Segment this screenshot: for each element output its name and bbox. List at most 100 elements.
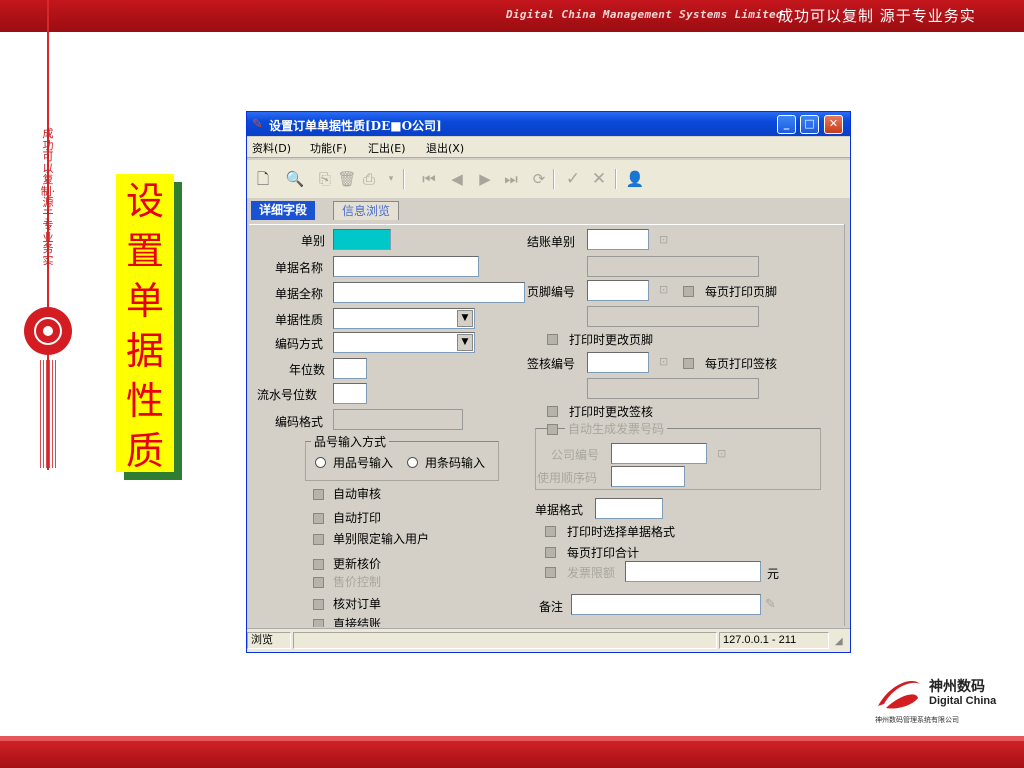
toolbar-separator: [403, 169, 405, 189]
label-year-digits: 年位数: [289, 363, 326, 377]
edit-note-icon[interactable]: ✎: [765, 597, 776, 612]
settle-type-field[interactable]: [587, 229, 649, 250]
tab-detail-fields[interactable]: 详细字段: [251, 201, 316, 220]
picker-icon[interactable]: ⊡: [717, 447, 726, 460]
company-no-field[interactable]: [611, 443, 707, 464]
checkbox-print-change-footer[interactable]: [547, 334, 558, 345]
label-footer-no: 页脚编号: [527, 285, 576, 299]
cancel-icon[interactable]: ✕: [589, 169, 609, 189]
checkbox-check-order[interactable]: [313, 599, 324, 610]
label-serial-digits: 流水号位数: [257, 388, 318, 402]
title-char: 性: [125, 379, 164, 423]
label-radio-item-no: 用品号输入: [333, 456, 394, 470]
checkbox-sign-each-page[interactable]: [683, 358, 694, 369]
picker-icon[interactable]: ⊡: [659, 355, 668, 368]
query-icon[interactable]: 🔍: [285, 169, 305, 189]
picker-icon[interactable]: ⊡: [659, 283, 668, 296]
radio-barcode[interactable]: [407, 457, 418, 468]
footer-no-field[interactable]: [587, 280, 649, 301]
remark-field[interactable]: [571, 594, 761, 615]
decorative-stripe: [43, 360, 44, 468]
logo-company: 神州数码管理系统有限公司: [875, 716, 959, 724]
decorative-stripe: [52, 360, 53, 468]
checkbox-price-control[interactable]: [313, 577, 324, 588]
copy-icon[interactable]: ⎘: [315, 169, 335, 189]
label-footer-each-page: 每页打印页脚: [705, 285, 778, 299]
sign-no-field[interactable]: [587, 352, 649, 373]
checkbox-auto-invoice[interactable]: [547, 424, 558, 435]
logo-cn: 神州数码: [929, 679, 985, 695]
code-method-select[interactable]: ▼: [333, 332, 475, 353]
vertical-slogan: 成功可以复制·源于专业务实: [40, 127, 56, 267]
chevron-down-icon[interactable]: ▼: [457, 334, 473, 351]
menu-data[interactable]: 资料(D): [252, 140, 291, 156]
use-seq-field[interactable]: [611, 466, 685, 487]
vertical-scrollbar[interactable]: [844, 224, 850, 626]
user-icon[interactable]: 👤: [625, 169, 645, 189]
menu-bar: 资料(D) 功能(F) 汇出(E) 退出(X): [247, 137, 850, 158]
serial-digits-field[interactable]: [333, 383, 367, 404]
label-remark: 备注: [539, 600, 564, 614]
label-auto-print: 自动打印: [333, 511, 382, 525]
minimize-button[interactable]: _: [777, 115, 796, 134]
checkbox-footer-each-page[interactable]: [683, 286, 694, 297]
slide-footer-bar: [0, 736, 1024, 768]
doc-format-field[interactable]: [595, 498, 663, 519]
decorative-stripe: [40, 360, 41, 468]
window-titlebar[interactable]: ✎ 设置订单单据性质[DE■O公司] _ □ ✕: [247, 112, 850, 136]
doc-fullname-field[interactable]: [333, 282, 525, 303]
label-sign-no: 签核编号: [527, 357, 576, 371]
checkbox-auto-print[interactable]: [313, 513, 324, 524]
checkbox-print-select-format[interactable]: [545, 526, 556, 537]
label-print-change-sign: 打印时更改签核: [569, 405, 654, 419]
logo-swoosh-icon: [878, 680, 920, 709]
previous-record-icon[interactable]: ◀: [447, 169, 467, 189]
checkbox-limit-user[interactable]: [313, 534, 324, 545]
picker-icon[interactable]: ⊡: [659, 233, 668, 246]
delete-icon[interactable]: 🗑: [337, 169, 357, 189]
header-subtitle: Digital China Management Systems Limited: [506, 8, 783, 21]
app-window: ✎ 设置订单单据性质[DE■O公司] _ □ ✕ 资料(D) 功能(F) 汇出(…: [246, 111, 851, 653]
radio-item-no[interactable]: [315, 457, 326, 468]
checkbox-auto-approve[interactable]: [313, 489, 324, 500]
label-doc-nature: 单据性质: [275, 313, 324, 327]
close-button[interactable]: ✕: [824, 115, 843, 134]
first-record-icon[interactable]: ⏮: [419, 169, 439, 189]
menu-export[interactable]: 汇出(E): [368, 140, 406, 156]
menu-function[interactable]: 功能(F): [310, 140, 347, 156]
maximize-button[interactable]: □: [800, 115, 819, 134]
menu-exit[interactable]: 退出(X): [426, 140, 464, 156]
next-record-icon[interactable]: ▶: [475, 169, 495, 189]
checkbox-direct-settle[interactable]: [313, 619, 324, 627]
checkbox-print-total-each-page[interactable]: [545, 547, 556, 558]
print-dropdown-icon[interactable]: ▾: [381, 169, 401, 189]
window-title: 设置订单单据性质[DE■O公司]: [269, 119, 442, 133]
label-yuan: 元: [767, 567, 780, 581]
status-message: [293, 632, 717, 649]
confirm-icon[interactable]: ✓: [563, 169, 583, 189]
toolbar-separator: [615, 169, 617, 189]
chevron-down-icon[interactable]: ▼: [457, 310, 473, 327]
last-record-icon[interactable]: ⏭: [501, 169, 521, 189]
doc-nature-select[interactable]: ▼: [333, 308, 475, 329]
year-digits-field[interactable]: [333, 358, 367, 379]
new-icon[interactable]: 🗋: [253, 169, 273, 189]
doc-type-field[interactable]: [333, 229, 391, 250]
decorative-stripe: [55, 360, 56, 468]
tab-strip: 详细字段 信息浏览: [247, 200, 850, 222]
label-check-order: 核对订单: [333, 597, 382, 611]
disc-icon: [24, 307, 72, 355]
tab-browse[interactable]: 信息浏览: [333, 201, 400, 220]
label-use-seq: 使用顺序码: [537, 471, 598, 485]
status-bar: 浏览 127.0.0.1 - 211 ◢: [247, 628, 850, 652]
invoice-limit-field[interactable]: [625, 561, 761, 582]
checkbox-invoice-limit[interactable]: [545, 567, 556, 578]
status-mode: 浏览: [247, 632, 291, 649]
auto-invoice-group-title: 自动生成发票号码: [565, 420, 668, 437]
refresh-icon[interactable]: ⟳: [529, 169, 549, 189]
resize-grip-icon[interactable]: ◢: [835, 636, 843, 647]
print-icon[interactable]: ⎙: [359, 169, 379, 189]
checkbox-print-change-sign[interactable]: [547, 406, 558, 417]
checkbox-update-price[interactable]: [313, 559, 324, 570]
doc-name-field[interactable]: [333, 256, 479, 277]
